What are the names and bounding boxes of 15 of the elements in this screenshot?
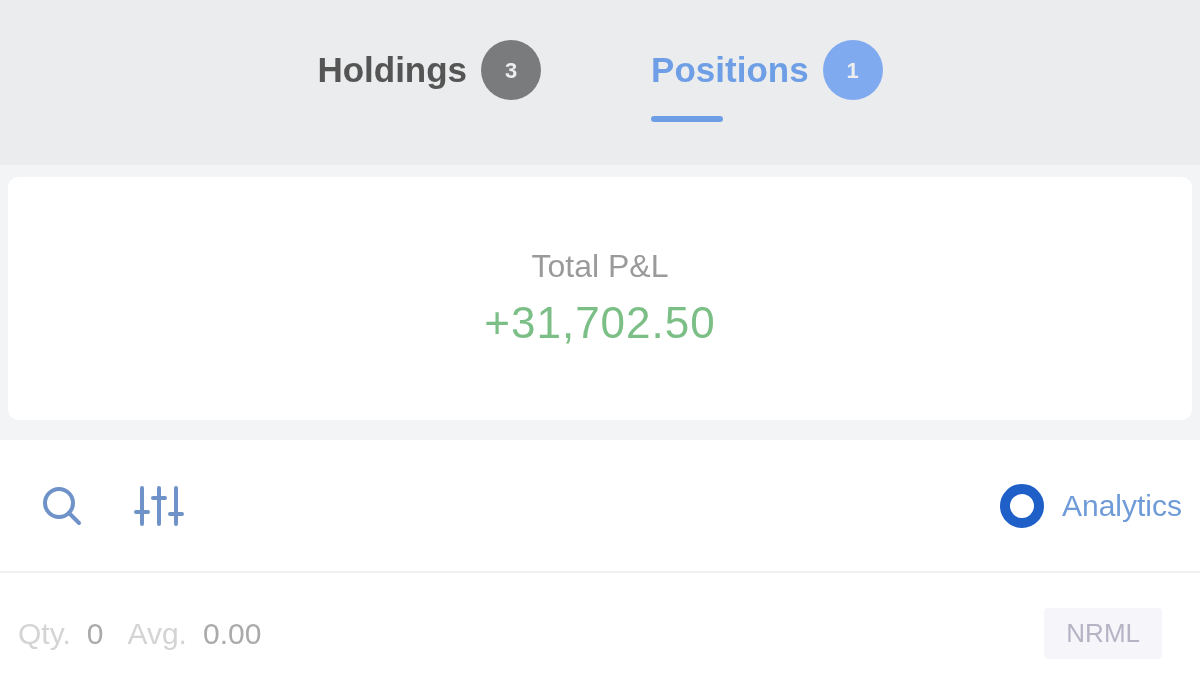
total-pnl-value: +31,702.50 (484, 296, 716, 349)
filter-button[interactable] (134, 483, 184, 528)
tab[interactable]: Holdings 3 (317, 40, 542, 140)
tab[interactable]: Positions 1 (651, 40, 883, 140)
analytics-button[interactable]: Analytics (997, 481, 1182, 530)
count-badge: 3 (481, 40, 542, 100)
tab-label: Positions (651, 48, 809, 91)
summary-label: Total P&L (531, 246, 669, 286)
sliders-icon (134, 483, 184, 528)
tab-label: Holdings (317, 48, 468, 91)
count-badge: 1 (822, 40, 883, 100)
product-tag: NRML (1044, 607, 1162, 659)
qty-value: 0 (86, 615, 104, 652)
ring-icon (997, 481, 1046, 530)
avg-value: 0.00 (202, 615, 262, 652)
